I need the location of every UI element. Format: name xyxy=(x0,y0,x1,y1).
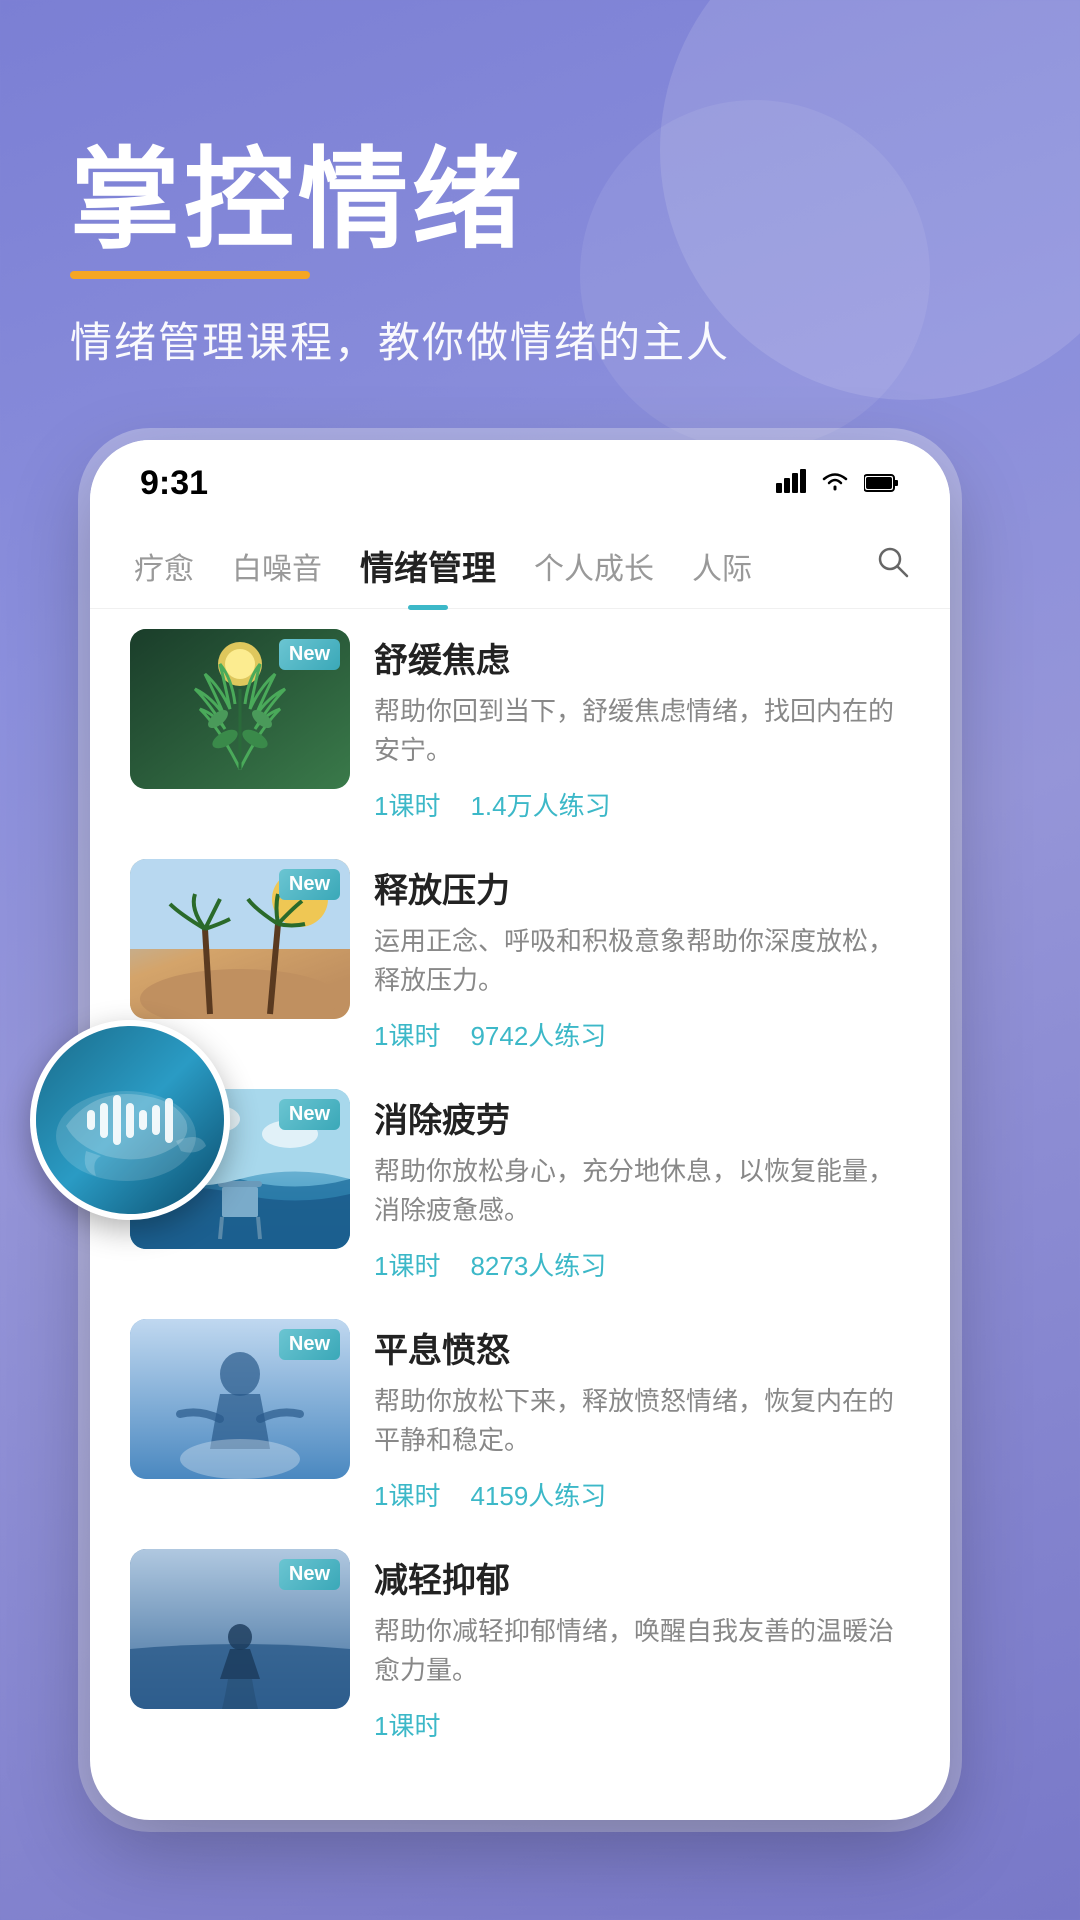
course-info-1: 舒缓焦虑 帮助你回到当下，舒缓焦虑情绪，找回内在的安宁。 1课时 1.4万人练习 xyxy=(374,629,910,823)
status-time: 9:31 xyxy=(140,464,208,503)
audio-waveform xyxy=(87,1095,173,1145)
wave-bar-3 xyxy=(113,1095,121,1145)
course-desc-4: 帮助你放松下来，释放愤怒情绪，恢复内在的平静和稳定。 xyxy=(374,1382,910,1460)
title-bold: 掌控 xyxy=(70,139,298,262)
course-info-3: 消除疲劳 帮助你放松身心，充分地休息，以恢复能量，消除疲惫感。 1课时 8273… xyxy=(374,1089,910,1283)
course-info-2: 释放压力 运用正念、呼吸和积极意象帮助你深度放松，释放压力。 1课时 9742人… xyxy=(374,859,910,1053)
course-title-2: 释放压力 xyxy=(374,863,910,912)
course-lessons-3: 1课时 xyxy=(374,1246,440,1283)
course-title-4: 平息愤怒 xyxy=(374,1323,910,1372)
search-button[interactable] xyxy=(876,545,910,587)
course-desc-3: 帮助你放松身心，充分地休息，以恢复能量，消除疲惫感。 xyxy=(374,1152,910,1230)
course-desc-2: 运用正念、呼吸和积极意象帮助你深度放松，释放压力。 xyxy=(374,922,910,1000)
header-subtitle: 情绪管理课程，教你做情绪的主人 xyxy=(70,309,1010,370)
new-badge-1: New xyxy=(279,639,340,670)
tab-healing[interactable]: 疗愈 xyxy=(130,536,198,596)
new-badge-5: New xyxy=(279,1559,340,1590)
wave-bar-5 xyxy=(139,1110,147,1130)
course-item-5[interactable]: New 减轻抑郁 帮助你减轻抑郁情绪，唤醒自我友善的温暖治愈力量。 1课时 xyxy=(130,1549,910,1743)
course-students-2: 9742人练习 xyxy=(470,1016,606,1053)
course-thumb-5: New xyxy=(130,1549,350,1709)
nav-tabs: 疗愈 白噪音 情绪管理 个人成长 人际 xyxy=(90,513,950,609)
wifi-icon xyxy=(820,468,850,500)
audio-player[interactable] xyxy=(30,1020,230,1220)
header: 掌控情绪 情绪管理课程，教你做情绪的主人 xyxy=(0,0,1080,430)
course-students-4: 4159人练习 xyxy=(470,1476,606,1513)
course-thumb-4: New xyxy=(130,1319,350,1479)
course-meta-3: 1课时 8273人练习 xyxy=(374,1246,910,1283)
header-title: 掌控情绪 xyxy=(70,140,1010,261)
tab-growth[interactable]: 个人成长 xyxy=(530,536,658,596)
course-item-1[interactable]: New 舒缓焦虑 帮助你回到当下，舒缓焦虑情绪，找回内在的安宁。 1课时 1.4… xyxy=(130,629,910,823)
course-title-1: 舒缓焦虑 xyxy=(374,633,910,682)
course-meta-4: 1课时 4159人练习 xyxy=(374,1476,910,1513)
course-students-1: 1.4万人练习 xyxy=(470,786,610,823)
course-item-4[interactable]: New 平息愤怒 帮助你放松下来，释放愤怒情绪，恢复内在的平静和稳定。 1课时 … xyxy=(130,1319,910,1513)
wave-bar-4 xyxy=(126,1103,134,1138)
wave-bar-1 xyxy=(87,1110,95,1130)
course-meta-2: 1课时 9742人练习 xyxy=(374,1016,910,1053)
course-lessons-1: 1课时 xyxy=(374,786,440,823)
course-item-3[interactable]: New 消除疲劳 帮助你放松身心，充分地休息，以恢复能量，消除疲惫感。 1课时 … xyxy=(130,1089,910,1283)
course-students-3: 8273人练习 xyxy=(470,1246,606,1283)
audio-player-bg xyxy=(36,1026,224,1214)
course-thumb-2: New xyxy=(130,859,350,1019)
course-item-2[interactable]: New 释放压力 运用正念、呼吸和积极意象帮助你深度放松，释放压力。 1课时 9… xyxy=(130,859,910,1053)
new-badge-4: New xyxy=(279,1329,340,1360)
signal-icon xyxy=(776,468,806,500)
tab-whitenoise[interactable]: 白噪音 xyxy=(228,536,326,596)
course-desc-5: 帮助你减轻抑郁情绪，唤醒自我友善的温暖治愈力量。 xyxy=(374,1612,910,1690)
course-meta-5: 1课时 xyxy=(374,1706,910,1743)
battery-icon xyxy=(864,468,900,500)
new-badge-3: New xyxy=(279,1099,340,1130)
status-bar: 9:31 xyxy=(90,440,950,513)
phone-container: 9:31 xyxy=(90,440,1080,1920)
title-normal: 情绪 xyxy=(298,139,526,262)
course-title-5: 减轻抑郁 xyxy=(374,1553,910,1602)
tab-emotion[interactable]: 情绪管理 xyxy=(356,533,500,598)
course-lessons-4: 1课时 xyxy=(374,1476,440,1513)
course-list: New 舒缓焦虑 帮助你回到当下，舒缓焦虑情绪，找回内在的安宁。 1课时 1.4… xyxy=(90,609,950,1799)
header-underline xyxy=(70,271,310,279)
tab-social[interactable]: 人际 xyxy=(688,536,756,596)
status-icons xyxy=(776,468,900,500)
course-info-4: 平息愤怒 帮助你放松下来，释放愤怒情绪，恢复内在的平静和稳定。 1课时 4159… xyxy=(374,1319,910,1513)
course-lessons-2: 1课时 xyxy=(374,1016,440,1053)
wave-bar-7 xyxy=(165,1098,173,1143)
wave-bar-2 xyxy=(100,1103,108,1138)
wave-bar-6 xyxy=(152,1105,160,1135)
course-thumb-1: New xyxy=(130,629,350,789)
course-info-5: 减轻抑郁 帮助你减轻抑郁情绪，唤醒自我友善的温暖治愈力量。 1课时 xyxy=(374,1549,910,1743)
course-meta-1: 1课时 1.4万人练习 xyxy=(374,786,910,823)
new-badge-2: New xyxy=(279,869,340,900)
course-lessons-5: 1课时 xyxy=(374,1706,440,1743)
course-title-3: 消除疲劳 xyxy=(374,1093,910,1142)
course-desc-1: 帮助你回到当下，舒缓焦虑情绪，找回内在的安宁。 xyxy=(374,692,910,770)
